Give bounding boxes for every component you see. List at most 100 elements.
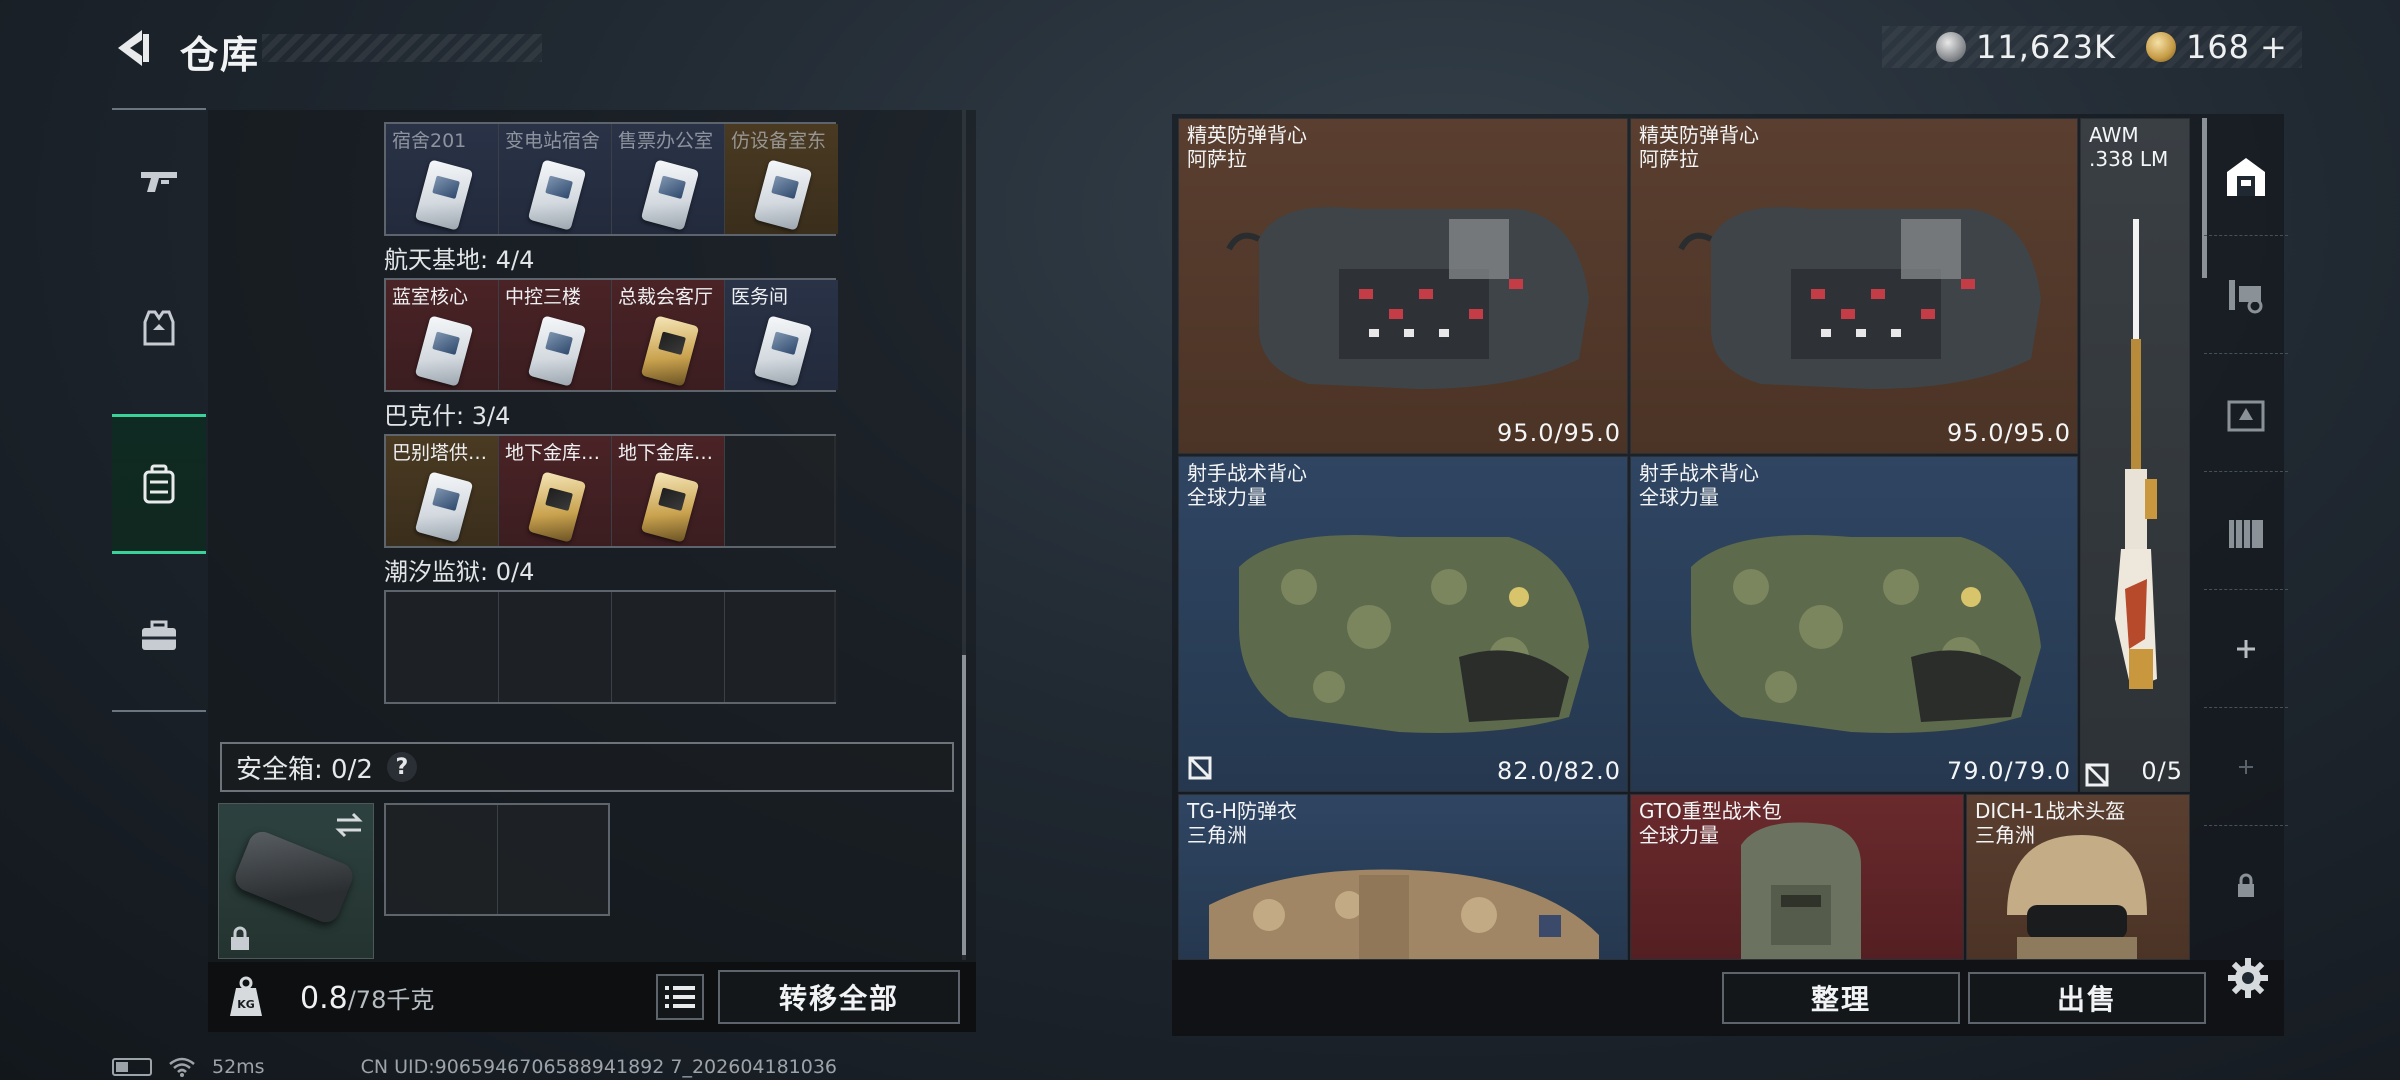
nav-item-storage[interactable] — [2204, 118, 2288, 236]
nav-item-backpack[interactable] — [112, 414, 206, 554]
lock-icon — [231, 926, 249, 950]
keycard-label: 巴别塔供… — [392, 442, 488, 464]
keycard-icon — [414, 159, 474, 231]
nav-item-equipment-storage[interactable] — [2204, 354, 2288, 472]
safebox-container[interactable] — [218, 803, 374, 959]
keycard-icon — [640, 315, 700, 387]
backpack-item-icon — [1741, 822, 1861, 959]
helmet-icon — [2007, 835, 2147, 959]
wifi-icon — [169, 1057, 195, 1077]
warehouse-icon — [2227, 157, 2265, 196]
camo-vest-icon — [1691, 535, 2041, 733]
add-storage-button-disabled — [2204, 708, 2288, 826]
plus-icon — [2239, 759, 2253, 774]
weight-current: 0.8 — [300, 981, 348, 1016]
inventory-item-rifle[interactable]: AWM .338 LM 0/5 — [2080, 118, 2190, 792]
keycard-label: 仿设备室东 — [731, 130, 827, 152]
keycard-icon — [753, 159, 813, 231]
keycard-slot-empty[interactable] — [499, 592, 612, 702]
battery-icon — [112, 1058, 152, 1076]
nav-item-container[interactable] — [2204, 472, 2288, 590]
keycard-slot[interactable]: 中控三楼 — [499, 280, 612, 390]
keycard-slot[interactable]: 巴别塔供… — [386, 436, 499, 546]
keycard-slot[interactable]: 仿设备室东 — [725, 124, 838, 234]
nav-item-equipment[interactable] — [112, 258, 206, 398]
keycard-section-title: 潮汐监狱: 0/4 — [384, 558, 535, 586]
no-insure-icon — [1188, 756, 1212, 780]
inventory-item[interactable]: 精英防弹背心 阿萨拉 95.0/95.0 — [1630, 118, 2078, 454]
armor-vest-icon — [1226, 207, 1589, 389]
item-name: 射手战术背心 全球力量 — [1639, 461, 1759, 509]
list-view-button[interactable] — [656, 974, 704, 1020]
uid-readout: CN UID:9065946706588941892 7_20260418103… — [360, 1056, 838, 1078]
list-icon — [665, 986, 695, 1008]
help-icon[interactable]: ? — [386, 752, 417, 782]
keycard-label: 中控三楼 — [505, 286, 582, 308]
keycard-icon — [527, 471, 587, 543]
item-durability: 95.0/95.0 — [1947, 419, 2071, 447]
gold-coin-icon — [2145, 32, 2176, 62]
settings-gear-icon[interactable] — [2226, 956, 2270, 1000]
keycard-slot-empty[interactable] — [612, 592, 725, 702]
safebox-case-icon — [231, 827, 357, 927]
nav-item-weapons[interactable] — [112, 110, 206, 250]
back-button[interactable] — [112, 26, 156, 70]
keycard-slot[interactable]: 宿舍201 — [386, 124, 499, 234]
scrollbar-thumb[interactable] — [962, 655, 966, 955]
keycard-slot[interactable]: 售票办公室 — [612, 124, 725, 234]
inventory-item[interactable]: DICH-1战术头盔 三角洲 — [1966, 794, 2190, 960]
keycard-icon — [527, 315, 587, 387]
keycard-slot[interactable]: 蓝室核心 — [386, 280, 499, 390]
weight-max: /78千克 — [347, 986, 435, 1014]
plus-icon — [2237, 639, 2255, 658]
keycard-icon — [753, 315, 813, 387]
inventory-item[interactable]: 精英防弹背心 阿萨拉 95.0/95.0 — [1178, 118, 1628, 454]
currency-bar: 11,623K 168 + — [1882, 26, 2302, 68]
inventory-item[interactable]: 射手战术背心 全球力量 79.0/79.0 — [1630, 456, 2078, 792]
back-arrow-icon — [118, 30, 149, 66]
safebox-slot-empty[interactable] — [384, 803, 610, 916]
keycard-label: 蓝室核心 — [392, 286, 469, 308]
keycard-label: 医务间 — [731, 286, 789, 308]
left-nav — [112, 108, 206, 712]
item-durability: 82.0/82.0 — [1497, 757, 1621, 785]
keycard-slot-empty[interactable] — [725, 592, 838, 702]
keycard-section-title: 巴克什: 3/4 — [384, 402, 511, 430]
keycard-slot[interactable]: 医务间 — [725, 280, 838, 390]
keycard-slot[interactable]: 变电站宿舍 — [499, 124, 612, 234]
inventory-item[interactable]: 射手战术背心 全球力量 82.0/82.0 — [1178, 456, 1628, 792]
keycard-slot-empty[interactable] — [725, 436, 838, 546]
weight-icon: KG — [230, 976, 262, 1016]
gold-amount: 168 — [2185, 28, 2251, 66]
keycard-slot[interactable]: 总裁会客厅 — [612, 280, 725, 390]
keycard-slot[interactable]: 地下金库… — [499, 436, 612, 546]
keycard-icon — [640, 471, 700, 543]
sell-button[interactable]: 出售 — [1968, 972, 2206, 1024]
crate-icon — [2227, 400, 2265, 431]
item-name: 精英防弹背心 阿萨拉 — [1187, 123, 1307, 171]
item-durability: 95.0/95.0 — [1497, 419, 1621, 447]
sort-button[interactable]: 整理 — [1722, 972, 1960, 1024]
title-decoration — [262, 34, 542, 62]
keycard-label: 总裁会客厅 — [618, 286, 714, 308]
keycard-slot[interactable]: 地下金库… — [612, 436, 725, 546]
add-currency-button[interactable]: + — [2260, 28, 2288, 66]
toolbox-icon — [142, 620, 176, 650]
inventory-item[interactable]: TG-H防弹衣 三角洲 — [1178, 794, 1628, 960]
ping-readout: 52ms — [212, 1056, 265, 1078]
silver-coin-icon — [1936, 32, 1966, 62]
keycard-icon — [640, 159, 700, 231]
nav-item-toolbox[interactable] — [112, 566, 206, 706]
locked-storage-slot — [2204, 826, 2288, 944]
swap-icon[interactable] — [333, 810, 365, 840]
add-storage-button[interactable] — [2204, 590, 2288, 708]
keycard-slot-empty[interactable] — [386, 592, 499, 702]
keycard-grid: 巴别塔供… 地下金库… 地下金库… — [384, 434, 838, 548]
keycard-icon — [527, 159, 587, 231]
keycard-grid: 蓝室核心 中控三楼 总裁会客厅 医务间 — [384, 278, 838, 392]
nav-item-workbench[interactable] — [2204, 236, 2288, 354]
transfer-all-button[interactable]: 转移全部 — [718, 970, 960, 1024]
inventory-item[interactable]: GTO重型战术包 全球力量 — [1630, 794, 1964, 960]
safebox-header: 安全箱: 0/2 ? — [220, 742, 954, 792]
keycard-section-title: 航天基地: 4/4 — [384, 246, 535, 274]
